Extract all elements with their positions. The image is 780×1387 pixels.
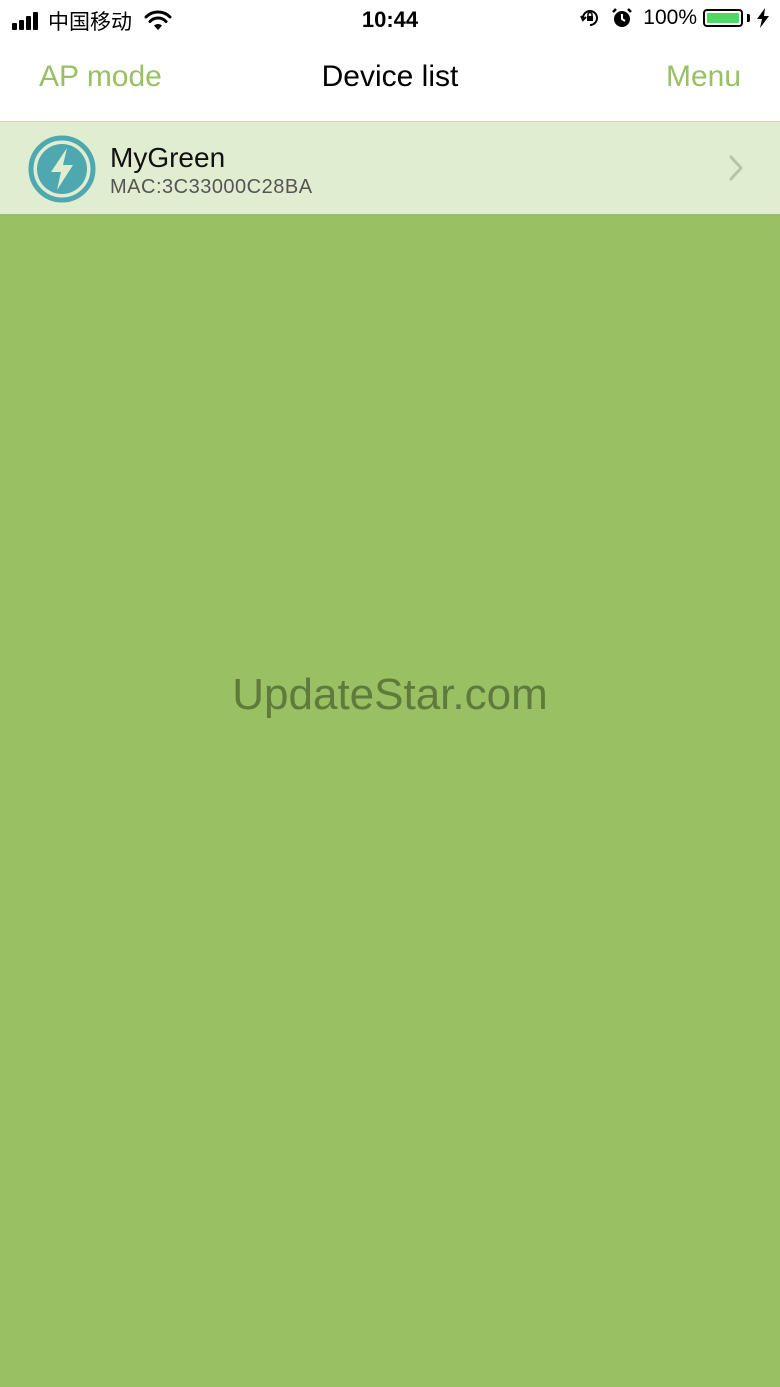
device-mac: MAC:3C33000C28BA bbox=[110, 176, 313, 198]
battery-icon bbox=[703, 9, 743, 27]
status-bar: 中国移动 10:44 100% bbox=[0, 0, 780, 40]
device-name: MyGreen bbox=[110, 142, 226, 173]
battery-percent: 100% bbox=[643, 6, 697, 29]
device-list-item[interactable]: MyGreen MAC:3C33000C28BA bbox=[0, 122, 780, 214]
chevron-right-icon bbox=[729, 155, 743, 181]
battery-nub bbox=[747, 14, 750, 22]
alarm-icon bbox=[612, 8, 633, 27]
page-title: Device list bbox=[321, 60, 459, 93]
charging-bolt-icon bbox=[757, 8, 769, 28]
orientation-lock-icon bbox=[580, 10, 599, 26]
navigation-bar: AP mode Device list Menu bbox=[0, 40, 780, 122]
watermark: UpdateStar.com bbox=[232, 670, 548, 719]
status-right: 100% bbox=[579, 6, 770, 30]
menu-button[interactable]: Menu bbox=[666, 60, 741, 94]
lightning-bolt-icon bbox=[28, 135, 96, 203]
